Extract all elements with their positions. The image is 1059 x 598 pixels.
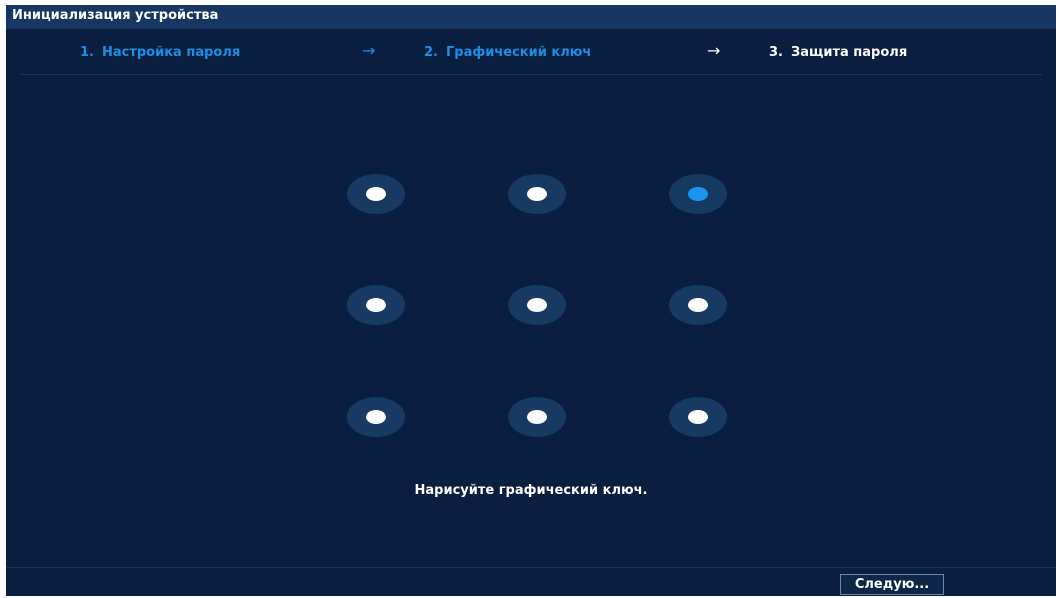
pattern-dot-5[interactable]: [508, 285, 566, 325]
pattern-dot-9[interactable]: [669, 397, 727, 437]
pattern-dot-center-selected: [688, 187, 708, 201]
pattern-dot-4[interactable]: [347, 285, 405, 325]
step-number: 1.: [80, 45, 94, 60]
step-password-setup: 1. Настройка пароля: [80, 45, 240, 60]
pattern-dot-2[interactable]: [508, 174, 566, 214]
header-divider: [20, 74, 1042, 75]
step-label: Настройка пароля: [101, 45, 241, 60]
pattern-dot-center: [366, 410, 386, 424]
pattern-dot-center: [366, 187, 386, 201]
pattern-grid[interactable]: [345, 173, 729, 443]
pattern-dot-center: [366, 298, 386, 312]
pattern-hint: Нарисуйте графический ключ.: [414, 483, 648, 498]
step-arrow-icon: →: [362, 41, 376, 60]
pattern-dot-center: [527, 410, 547, 424]
pattern-dot-7[interactable]: [347, 397, 405, 437]
pattern-dot-center: [527, 187, 547, 201]
step-label: Графический ключ: [445, 45, 592, 60]
footer-divider: [6, 567, 1056, 568]
pattern-dot-1[interactable]: [347, 174, 405, 214]
window-title: Инициализация устройства: [12, 8, 219, 23]
pattern-dot-center: [688, 298, 708, 312]
step-arrow-icon: →: [707, 41, 721, 60]
step-pattern-key: 2. Графический ключ: [424, 45, 591, 60]
pattern-dot-8[interactable]: [508, 397, 566, 437]
pattern-dot-center: [527, 298, 547, 312]
step-password-protection: 3. Защита пароля: [769, 45, 907, 60]
step-label: Защита пароля: [790, 45, 908, 60]
step-number: 2.: [424, 45, 438, 60]
device-init-window: Инициализация устройства 1. Настройка пар…: [6, 5, 1056, 596]
title-bar: Инициализация устройства: [6, 5, 1056, 29]
next-button[interactable]: Следую...: [840, 574, 944, 595]
pattern-dot-6[interactable]: [669, 285, 727, 325]
pattern-dot-center: [688, 410, 708, 424]
pattern-dot-3[interactable]: [669, 174, 727, 214]
step-number: 3.: [769, 45, 783, 60]
wizard-steps: 1. Настройка пароля → 2. Графический ключ …: [6, 29, 1056, 75]
